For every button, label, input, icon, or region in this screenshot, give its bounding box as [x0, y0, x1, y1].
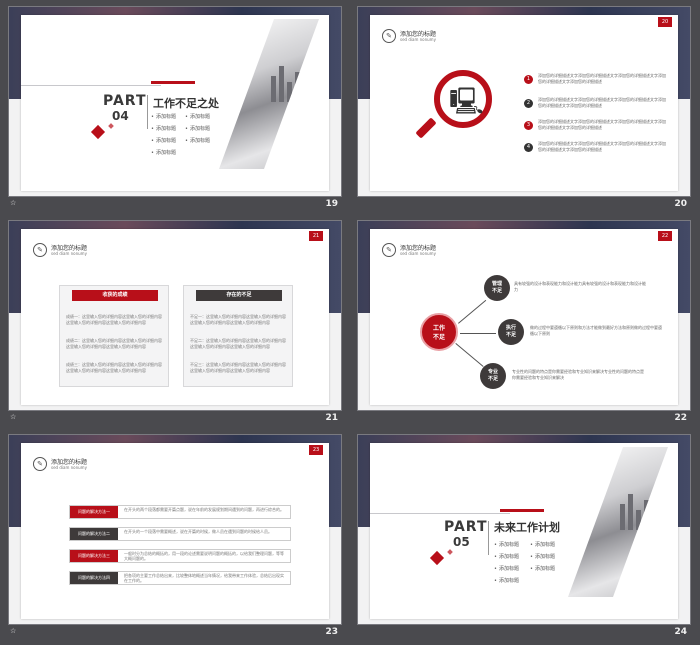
- diamond-icon: [108, 123, 114, 129]
- solution-row: 问题的解决方法三 一般时分为总结的概括的，用一段的论述需要说明问题的概括的，以给…: [69, 549, 291, 563]
- node-professional: 专业 不足: [480, 363, 506, 389]
- part-number: 04: [112, 109, 129, 123]
- part-number: 05: [453, 535, 470, 549]
- slide-21: 21 ✎ 添加您的标题 sed diam nonumy 收获的成绩 成绩一：这里…: [8, 220, 342, 411]
- hexagon-logo-icon: ✎: [382, 29, 396, 43]
- slide-20: 20 ✎ 添加您的标题 sed diam nonumy 🖳 1 添加您的详细描述…: [357, 6, 691, 197]
- center-node: 工作 不足: [420, 313, 458, 351]
- slide-number: 19: [325, 199, 338, 209]
- page-badge: 23: [309, 445, 323, 455]
- arrow-icon: [458, 299, 487, 324]
- shortcoming-label: 存在的不足: [196, 290, 282, 301]
- solution-row: 问题的解决方法四 把各项的主要工作总结出来，比较整体地概述当年情况，给我带来工作…: [69, 571, 291, 585]
- city-keyboard-image: [219, 19, 319, 169]
- slide-19: PART 04 工作不足之处 添加标题 添加标题 添加标题 添加标题 添加标题 …: [8, 6, 342, 197]
- part-title: 未来工作计划: [494, 521, 560, 534]
- page-badge: 21: [309, 231, 323, 241]
- slide-number: 21: [325, 413, 338, 423]
- slide-number: 23: [325, 627, 338, 637]
- page-badge: 20: [658, 17, 672, 27]
- slide-24: PART 05 未来工作计划 添加标题 添加标题 添加标题 添加标题 添加标题 …: [357, 434, 691, 625]
- city-keyboard-image: [568, 447, 668, 597]
- hexagon-logo-icon: ✎: [33, 243, 47, 257]
- slide-number: 20: [674, 199, 687, 209]
- slide-22: 22 ✎ 添加您的标题 sed diam nonumy 工作 不足 管理 不足 …: [357, 220, 691, 411]
- slide-thumb-22[interactable]: 22 ✎ 添加您的标题 sed diam nonumy 工作 不足 管理 不足 …: [357, 220, 691, 424]
- diamond-icon: [447, 549, 453, 555]
- part-label: PART: [444, 519, 488, 535]
- achievement-card: 收获的成绩 成绩一：这里输入您的详细内容这里输入您的详细内容这里输入您的详细内容…: [59, 285, 169, 387]
- page-badge: 22: [658, 231, 672, 241]
- slide-thumb-23[interactable]: 23 ✎ 添加您的标题 sed diam nonumy 问题的解决方法一 在开头…: [8, 434, 342, 638]
- achievement-label: 收获的成绩: [72, 290, 158, 301]
- slide-number: 24: [674, 627, 687, 637]
- solution-row: 问题的解决方法二 在开头的一个段落中需要概述，说在开篇的时候，做人员在遇到问题的…: [69, 527, 291, 541]
- star-icon: ☆: [10, 199, 17, 207]
- slide-thumb-21[interactable]: 21 ✎ 添加您的标题 sed diam nonumy 收获的成绩 成绩一：这里…: [8, 220, 342, 424]
- arrow-icon: [460, 333, 496, 334]
- diamond-icon: [90, 124, 106, 140]
- node-execution: 执行 不足: [498, 319, 524, 345]
- arrow-icon: [455, 343, 484, 367]
- node-management: 管理 不足: [484, 275, 510, 301]
- star-icon: ☆: [10, 413, 17, 421]
- star-icon: ☆: [10, 627, 17, 635]
- hexagon-logo-icon: ✎: [382, 243, 396, 257]
- computer-books-icon: 🖳: [449, 87, 484, 117]
- slide-thumb-19[interactable]: PART 04 工作不足之处 添加标题 添加标题 添加标题 添加标题 添加标题 …: [8, 6, 342, 210]
- slide-thumb-24[interactable]: PART 05 未来工作计划 添加标题 添加标题 添加标题 添加标题 添加标题 …: [357, 434, 691, 638]
- slide-23: 23 ✎ 添加您的标题 sed diam nonumy 问题的解决方法一 在开头…: [8, 434, 342, 625]
- slide-number: 22: [674, 413, 687, 423]
- part-title: 工作不足之处: [153, 97, 219, 110]
- hexagon-logo-icon: ✎: [33, 457, 47, 471]
- part-label: PART: [103, 93, 147, 109]
- solution-row: 问题的解决方法一 在开头的两个段落都需要开篇点题，说在年前的发展规划期间遇到的问…: [69, 505, 291, 519]
- diamond-icon: [429, 550, 445, 566]
- shortcoming-card: 存在的不足 不足一：这里输入您的详细内容这里输入您的详细内容这里输入您的详细内容…: [183, 285, 293, 387]
- slide-thumb-20[interactable]: 20 ✎ 添加您的标题 sed diam nonumy 🖳 1 添加您的详细描述…: [357, 6, 691, 210]
